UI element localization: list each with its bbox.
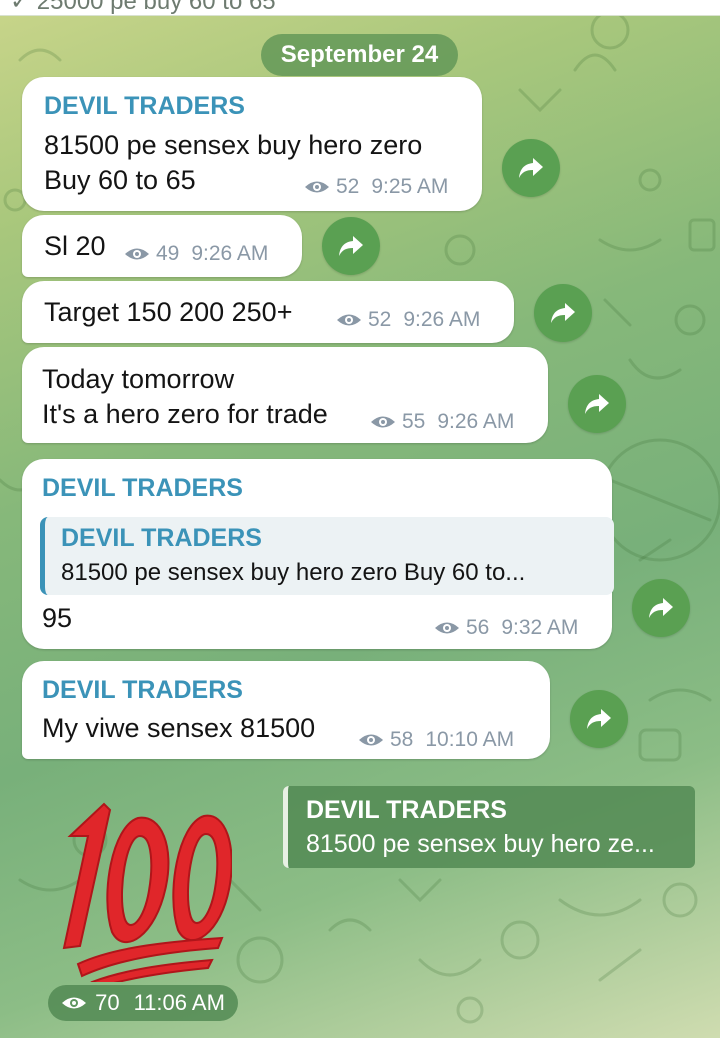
hundred-points-emoji[interactable] — [52, 796, 232, 982]
forward-button[interactable] — [322, 217, 380, 275]
sticker-reply-preview[interactable]: DEVIL TRADERS 81500 pe sensex buy hero z… — [283, 786, 695, 868]
message-time: 9:26 AM — [437, 410, 515, 433]
eye-icon — [435, 622, 459, 634]
message-bubble[interactable]: DEVIL TRADERS My viwe sensex 81500 58 10… — [22, 661, 550, 759]
eye-icon — [337, 314, 361, 326]
view-count: 49 — [156, 242, 180, 265]
message-text: Sl 20 — [44, 231, 106, 261]
view-count: 56 — [466, 616, 490, 639]
view-count: 55 — [402, 410, 426, 433]
forward-button[interactable] — [570, 690, 628, 748]
view-count: 58 — [390, 728, 414, 751]
share-arrow-icon — [649, 598, 673, 618]
message-time: 10:10 AM — [425, 728, 515, 751]
eye-icon — [62, 997, 87, 1009]
message-bubble[interactable]: Today tomorrow It's a hero zero for trad… — [22, 347, 548, 443]
message-text: 95 — [42, 603, 73, 633]
message-time: 9:25 AM — [371, 175, 449, 198]
forward-button[interactable] — [632, 579, 690, 637]
eye-icon — [359, 734, 383, 746]
message-meta: 52 9:26 AM — [336, 308, 480, 332]
view-count: 52 — [368, 308, 392, 331]
share-arrow-icon — [339, 236, 363, 256]
message-meta: 58 10:10 AM — [358, 728, 514, 752]
share-arrow-icon — [519, 158, 543, 178]
message-bubble[interactable]: DEVIL TRADERS 81500 pe sensex buy hero z… — [22, 77, 482, 211]
message-text: Today tomorrow — [42, 364, 235, 394]
message-text: My viwe sensex 81500 — [42, 713, 316, 743]
share-arrow-icon — [585, 394, 609, 414]
reply-sender-name: DEVIL TRADERS — [61, 524, 262, 552]
message-text: It's a hero zero for trade — [42, 399, 328, 429]
view-count: 52 — [336, 175, 360, 198]
message-meta: 56 9:32 AM — [434, 616, 578, 640]
forward-button[interactable] — [534, 284, 592, 342]
sender-name[interactable]: DEVIL TRADERS — [42, 676, 243, 705]
eye-icon — [125, 248, 149, 260]
message-time: 9:26 AM — [191, 242, 269, 265]
message-time: 9:32 AM — [501, 616, 579, 639]
message-time: 9:26 AM — [403, 308, 481, 331]
message-meta: 49 9:26 AM — [124, 242, 268, 266]
sender-name[interactable]: DEVIL TRADERS — [42, 474, 243, 503]
reply-text: 81500 pe sensex buy hero zero Buy 60 to.… — [61, 559, 526, 586]
message-meta: 55 9:26 AM — [370, 410, 514, 434]
message-text: Buy 60 to 65 — [44, 165, 196, 195]
previous-message-edge: ✓ 25000 pe buy 60 to 65 — [0, 0, 720, 16]
share-arrow-icon — [551, 303, 575, 323]
reply-sender-name: DEVIL TRADERS — [306, 796, 507, 824]
message-text: Target 150 200 250+ — [44, 297, 293, 327]
message-bubble[interactable]: Sl 20 49 9:26 AM — [22, 215, 302, 277]
message-time: 11:06 AM — [133, 990, 225, 1015]
forward-button[interactable] — [502, 139, 560, 197]
sticker-meta: 70 11:06 AM — [48, 985, 238, 1021]
eye-icon — [305, 181, 329, 193]
sender-name[interactable]: DEVIL TRADERS — [44, 92, 245, 121]
message-text: 81500 pe sensex buy hero zero — [44, 130, 423, 160]
forward-button[interactable] — [568, 375, 626, 433]
share-arrow-icon — [587, 709, 611, 729]
date-separator: September 24 — [261, 34, 458, 76]
reply-preview[interactable]: DEVIL TRADERS 81500 pe sensex buy hero z… — [40, 517, 614, 595]
previous-message-text: ✓ 25000 pe buy 60 to 65 — [10, 0, 276, 15]
message-meta: 52 9:25 AM — [304, 175, 448, 199]
eye-icon — [371, 416, 395, 428]
message-bubble[interactable]: DEVIL TRADERS DEVIL TRADERS 81500 pe sen… — [22, 459, 614, 649]
message-bubble[interactable]: Target 150 200 250+ 52 9:26 AM — [22, 281, 514, 343]
reply-text: 81500 pe sensex buy hero ze... — [306, 830, 655, 858]
view-count: 70 — [95, 990, 120, 1015]
